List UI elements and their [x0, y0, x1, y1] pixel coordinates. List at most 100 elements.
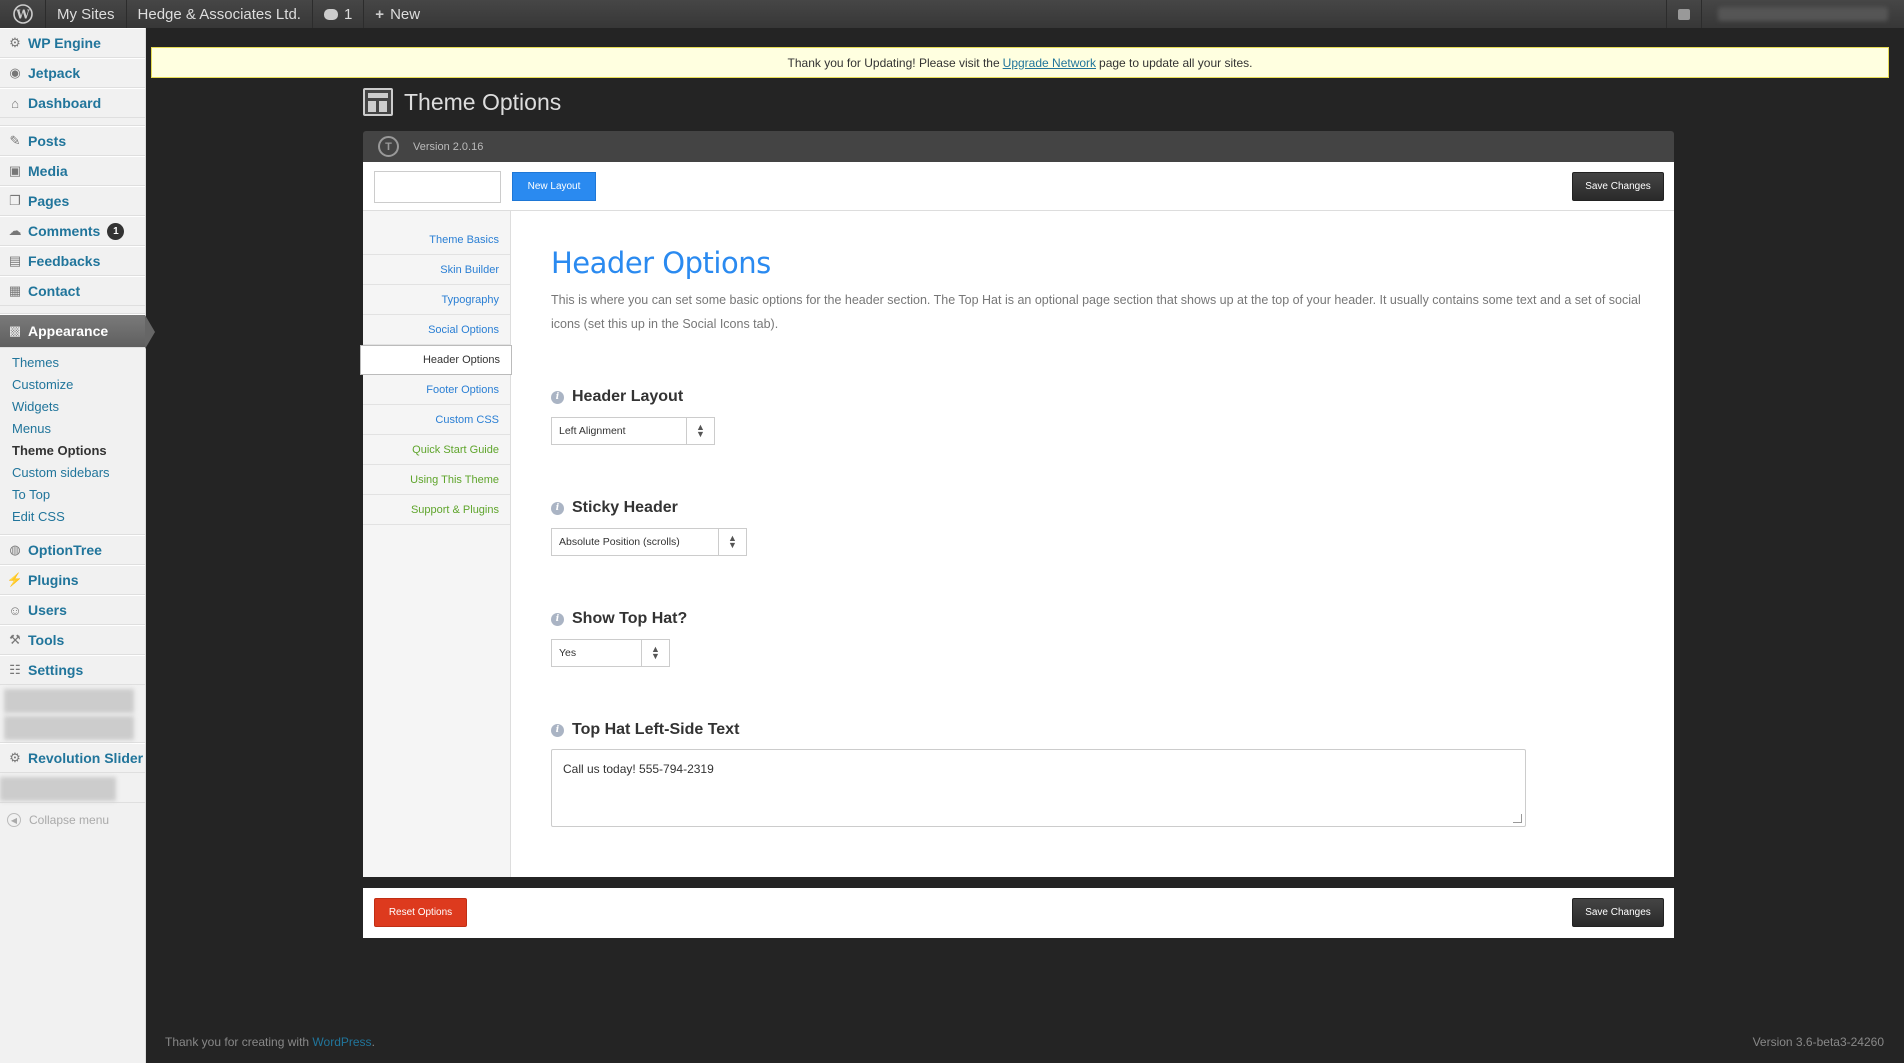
sidebar-item-label: WP Engine	[28, 35, 101, 51]
plus-icon: +	[375, 5, 385, 23]
top-hat-text-label: i Top Hat Left-Side Text	[551, 721, 1651, 739]
collapse-menu-button[interactable]: ◀ Collapse menu	[0, 803, 145, 837]
resize-grip-icon[interactable]	[1513, 814, 1522, 823]
field-label-text: Sticky Header	[572, 499, 678, 516]
select-arrows-icon: ▲ ▼	[686, 418, 714, 444]
header-layout-select[interactable]: Left Alignment ▲ ▼	[551, 417, 715, 445]
sidebar-item-feedbacks[interactable]: ▤ Feedbacks	[0, 246, 145, 276]
sidebar-item-appearance[interactable]: ▩ Appearance	[0, 314, 155, 349]
submenu-item-theme-options[interactable]: Theme Options	[0, 440, 145, 462]
tab-using-this-theme[interactable]: Using This Theme	[363, 465, 510, 495]
submenu-item-themes[interactable]: Themes	[0, 352, 145, 374]
submenu-item-customize[interactable]: Customize	[0, 374, 145, 396]
sidebar-item-settings[interactable]: ☷ Settings	[0, 655, 145, 685]
redacted-menu-items	[0, 685, 145, 743]
info-icon[interactable]: i	[551, 612, 564, 626]
new-layout-button[interactable]: New Layout	[512, 172, 596, 201]
update-notice: Thank you for Updating! Please visit the…	[151, 47, 1889, 78]
tab-header-options[interactable]: Header Options	[360, 345, 512, 375]
submenu-item-custom-sidebars[interactable]: Custom sidebars	[0, 462, 145, 484]
layout-name-input[interactable]	[374, 171, 501, 203]
sidebar-item-label: Appearance	[28, 323, 109, 339]
gear-icon: ⚙	[9, 35, 21, 50]
sidebar-item-wp-engine[interactable]: ⚙ WP Engine	[0, 28, 145, 58]
section-description: This is where you can set some basic opt…	[551, 293, 1641, 331]
section-heading: Header Options	[551, 246, 771, 280]
sidebar-item-pages[interactable]: ❐ Pages	[0, 186, 145, 216]
submenu-item-to-top[interactable]: To Top	[0, 484, 145, 506]
account-name-redacted[interactable]	[1718, 7, 1888, 21]
top-hat-text-textarea[interactable]: Call us today! 555-794-2319	[551, 749, 1526, 827]
tab-footer-options[interactable]: Footer Options	[363, 375, 510, 405]
sidebar-item-label: Pages	[28, 193, 70, 209]
field-label-text: Top Hat Left-Side Text	[572, 721, 740, 738]
notice-text: Thank you for Updating! Please visit the	[787, 55, 1000, 70]
save-changes-bottom-button[interactable]: Save Changes	[1572, 898, 1664, 927]
wp-footer-credit: Thank you for creating with WordPress.	[165, 1035, 375, 1049]
sidebar-item-dashboard[interactable]: ⌂ Dashboard	[0, 88, 145, 118]
sidebar-item-contact[interactable]: ▦ Contact	[0, 276, 145, 306]
footer-credit-end: .	[371, 1035, 375, 1049]
comments-link[interactable]: 1	[313, 0, 365, 28]
select-value: Absolute Position (scrolls)	[559, 536, 680, 548]
sidebar-item-comments[interactable]: ☁ Comments 1	[0, 216, 145, 246]
svg-text:W: W	[15, 8, 30, 22]
save-changes-button[interactable]: Save Changes	[1572, 172, 1664, 201]
tab-theme-basics[interactable]: Theme Basics	[363, 225, 510, 255]
sidebar-item-label: Users	[28, 602, 67, 618]
sidebar-item-users[interactable]: ☺ Users	[0, 595, 145, 625]
reset-options-button[interactable]: Reset Options	[374, 898, 467, 927]
sidebar-item-posts[interactable]: ✎ Posts	[0, 126, 145, 156]
tab-support-plugins[interactable]: Support & Plugins	[363, 495, 510, 525]
comment-bubble-icon	[323, 8, 338, 20]
info-icon[interactable]: i	[551, 390, 564, 404]
panel-header: T Version 2.0.16	[363, 131, 1674, 162]
gear-icon: ⚙	[9, 750, 21, 765]
settings-icon: ☷	[9, 662, 21, 677]
menu-separator	[0, 306, 145, 314]
page-title: Theme Options	[404, 88, 562, 115]
sticky-header-label: i Sticky Header	[551, 499, 1651, 517]
dashboard-icon: ⌂	[11, 95, 19, 111]
sidebar-item-label: Revolution Slider	[28, 750, 144, 766]
wordpress-logo-icon[interactable]: W	[0, 0, 46, 28]
sidebar-item-jetpack[interactable]: ◉ Jetpack	[0, 58, 145, 88]
sidebar-item-optiontree[interactable]: ◍ OptionTree	[0, 535, 145, 565]
site-name-link[interactable]: Hedge & Associates Ltd.	[127, 0, 313, 28]
sidebar-item-revolution-slider[interactable]: ⚙ Revolution Slider	[0, 743, 145, 773]
upgrade-network-link[interactable]: Upgrade Network	[1003, 56, 1096, 70]
feedback-icon: ▤	[8, 253, 22, 268]
tab-skin-builder[interactable]: Skin Builder	[363, 255, 510, 285]
sidebar-item-plugins[interactable]: ⚡ Plugins	[0, 565, 145, 595]
sidebar-item-tools[interactable]: ⚒ Tools	[0, 625, 145, 655]
new-content-link[interactable]: + New	[364, 0, 431, 28]
options-content: Header Options This is where you can set…	[551, 211, 1651, 827]
tab-typography[interactable]: Typography	[363, 285, 510, 315]
my-sites-link[interactable]: My Sites	[46, 0, 127, 28]
options-toolbar: New Layout Save Changes	[363, 162, 1674, 211]
wordpress-link[interactable]: WordPress	[312, 1035, 371, 1049]
select-arrows-icon: ▲ ▼	[641, 640, 669, 666]
sidebar-item-media[interactable]: ▣ Media	[0, 156, 145, 186]
tab-social-options[interactable]: Social Options	[363, 315, 510, 345]
version-label: Version 2.0.16	[413, 140, 484, 153]
show-top-hat-select[interactable]: Yes ▲ ▼	[551, 639, 670, 667]
sidebar-item-label: Contact	[28, 283, 81, 299]
tab-custom-css[interactable]: Custom CSS	[363, 405, 510, 435]
notifications-icon[interactable]	[1666, 0, 1702, 28]
textarea-value: Call us today! 555-794-2319	[563, 762, 714, 776]
sticky-header-select[interactable]: Absolute Position (scrolls) ▲ ▼	[551, 528, 747, 556]
collapse-menu-label: Collapse menu	[29, 813, 110, 827]
submenu-item-widgets[interactable]: Widgets	[0, 396, 145, 418]
info-icon[interactable]: i	[551, 501, 564, 515]
tab-quick-start-guide[interactable]: Quick Start Guide	[363, 435, 510, 465]
submenu-item-menus[interactable]: Menus	[0, 418, 145, 440]
footer-credit-text: Thank you for creating with	[165, 1035, 310, 1049]
info-icon[interactable]: i	[551, 723, 564, 737]
field-label-text: Header Layout	[572, 388, 684, 405]
select-value: Yes	[559, 647, 577, 659]
appearance-icon: ▩	[8, 323, 22, 338]
admin-sidebar: ⚙ WP Engine ◉ Jetpack ⌂ Dashboard ✎ Posts ▣ M…	[0, 28, 155, 1063]
submenu-item-edit-css[interactable]: Edit CSS	[0, 506, 145, 528]
theme-logo-icon: T	[378, 136, 399, 157]
